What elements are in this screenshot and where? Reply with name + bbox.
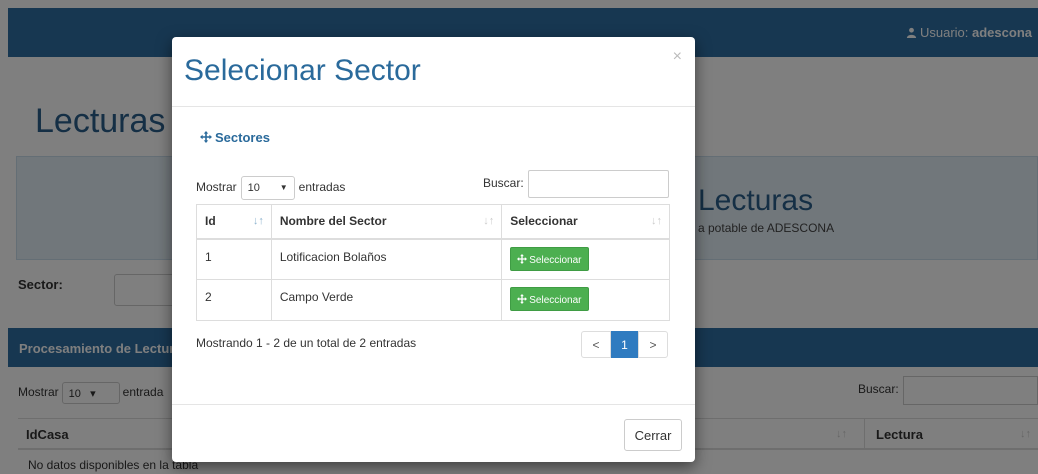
modal-header: Selecionar Sector × bbox=[172, 37, 695, 107]
table-row: 2 Campo Verde Seleccionar bbox=[196, 279, 670, 321]
select-button[interactable]: Seleccionar bbox=[510, 246, 589, 271]
select-button[interactable]: Seleccionar bbox=[510, 287, 589, 311]
close-button[interactable]: Cerrar bbox=[624, 419, 682, 451]
cell-name: Campo Verde bbox=[270, 279, 503, 321]
move-arrows-icon bbox=[517, 253, 528, 264]
sort-icon: ↓↑ bbox=[483, 215, 495, 227]
table-header-row: Id ↓↑ Nombre del Sector ↓↑ Seleccionar ↓↑ bbox=[196, 204, 670, 240]
length-control: Mostrar 10 ▼ entradas bbox=[196, 176, 345, 200]
modal-footer: Cerrar bbox=[172, 404, 695, 462]
move-arrows-icon bbox=[200, 131, 212, 143]
table-row: 1 Lotificacion Bolaños Seleccionar bbox=[196, 238, 670, 280]
close-icon[interactable]: × bbox=[673, 48, 682, 66]
sectors-heading: Sectores bbox=[200, 130, 270, 145]
page-1-button[interactable]: 1 bbox=[611, 331, 638, 358]
table-info: Mostrando 1 - 2 de un total de 2 entrada… bbox=[196, 336, 417, 350]
length-select[interactable]: 10 ▼ bbox=[240, 176, 295, 200]
caret-down-icon: ▼ bbox=[279, 183, 288, 192]
modal-title: Selecionar Sector bbox=[184, 54, 421, 87]
next-page-button[interactable]: > bbox=[638, 331, 668, 358]
sort-asc-icon: ↓↑ bbox=[252, 215, 264, 227]
sectors-table: Id ↓↑ Nombre del Sector ↓↑ Seleccionar ↓↑ 1… bbox=[196, 204, 670, 321]
col-sector-name[interactable]: Nombre del Sector ↓↑ bbox=[270, 204, 503, 240]
cell-id: 2 bbox=[196, 279, 272, 321]
col-select[interactable]: Seleccionar ↓↑ bbox=[501, 204, 670, 240]
search-label: Buscar: bbox=[483, 176, 524, 190]
cell-id: 1 bbox=[196, 238, 272, 280]
move-arrows-icon bbox=[517, 294, 528, 304]
col-id[interactable]: Id ↓↑ bbox=[196, 204, 272, 240]
prev-page-button[interactable]: < bbox=[581, 331, 611, 358]
sort-icon: ↓↑ bbox=[651, 215, 662, 227]
search-input[interactable] bbox=[528, 170, 669, 198]
select-sector-modal: Selecionar Sector × Sectores Mostrar 10 ▼ e… bbox=[172, 37, 695, 462]
pagination: < 1 > bbox=[581, 331, 668, 358]
cell-name: Lotificacion Bolaños bbox=[270, 238, 503, 280]
